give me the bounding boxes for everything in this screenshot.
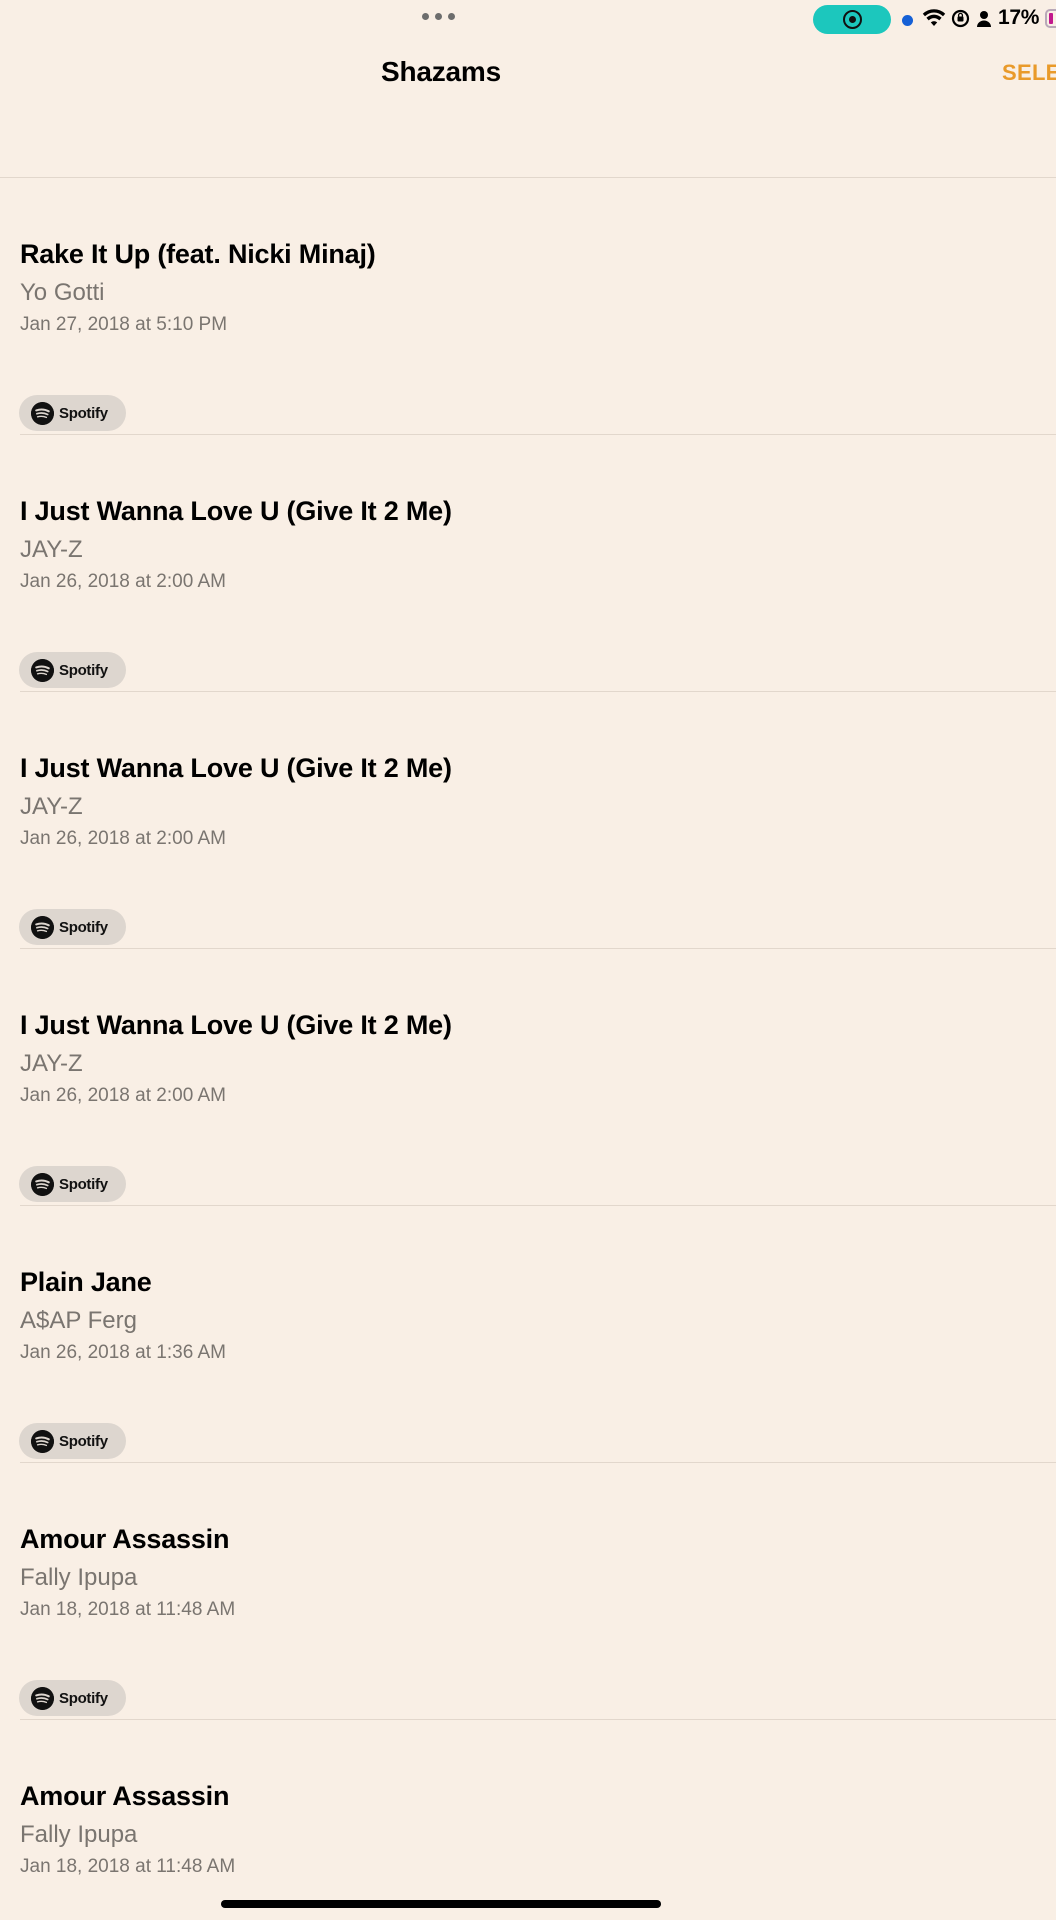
spotify-button[interactable]: Spotify (19, 909, 126, 945)
track-title: Amour Assassin (20, 1524, 230, 1554)
person-icon (977, 11, 991, 27)
battery-percentage: 17% (998, 6, 1040, 29)
spotify-label: Spotify (59, 404, 108, 422)
shazam-library-screen: 17% Shazams SELE Rake It Up (feat. Nicki… (0, 0, 1056, 1920)
track-artist: JAY-Z (20, 793, 83, 820)
select-button[interactable]: SELE (1002, 60, 1056, 86)
spotify-icon (31, 915, 54, 939)
screen-recording-indicator[interactable] (813, 5, 891, 34)
track-title: I Just Wanna Love U (Give It 2 Me) (20, 1010, 452, 1040)
shazam-timestamp: Jan 18, 2018 at 11:48 AM (20, 1856, 236, 1877)
list-item[interactable]: I Just Wanna Love U (Give It 2 Me) JAY-Z… (0, 949, 1056, 1206)
battery-icon (1045, 9, 1056, 28)
spotify-label: Spotify (59, 661, 108, 679)
spotify-icon (31, 1429, 54, 1453)
spotify-button[interactable]: Spotify (19, 1423, 126, 1459)
rotation-lock-icon (951, 9, 970, 28)
track-artist: JAY-Z (20, 536, 83, 563)
shazam-timestamp: Jan 26, 2018 at 2:00 AM (20, 1085, 226, 1106)
spotify-button[interactable]: Spotify (19, 1680, 126, 1716)
spotify-button[interactable]: Spotify (19, 1166, 126, 1202)
status-bar: 17% (0, 0, 1056, 40)
list-item[interactable]: Amour Assassin Fally Ipupa Jan 18, 2018 … (0, 1720, 1056, 1920)
shazam-timestamp: Jan 18, 2018 at 11:48 AM (20, 1599, 236, 1620)
spotify-label: Spotify (59, 1175, 108, 1193)
home-indicator[interactable] (221, 1900, 661, 1908)
list-item[interactable]: Amour Assassin Fally Ipupa Jan 18, 2018 … (0, 1463, 1056, 1720)
track-title: Rake It Up (feat. Nicki Minaj) (20, 239, 376, 269)
track-title: Plain Jane (20, 1267, 152, 1297)
spotify-button[interactable]: Spotify (19, 395, 126, 431)
shazam-list: Rake It Up (feat. Nicki Minaj) Yo Gotti … (0, 178, 1056, 1920)
track-artist: JAY-Z (20, 1050, 83, 1077)
spotify-label: Spotify (59, 1689, 108, 1707)
multitasking-dots-icon[interactable] (422, 13, 455, 20)
track-artist: A$AP Ferg (20, 1307, 137, 1334)
spotify-icon (31, 658, 54, 682)
location-indicator-icon (902, 15, 913, 26)
track-artist: Fally Ipupa (20, 1564, 138, 1591)
shazam-timestamp: Jan 26, 2018 at 2:00 AM (20, 828, 226, 849)
list-item[interactable]: I Just Wanna Love U (Give It 2 Me) JAY-Z… (0, 435, 1056, 692)
record-icon (843, 10, 862, 29)
shazam-timestamp: Jan 26, 2018 at 2:00 AM (20, 571, 226, 592)
track-title: Amour Assassin (20, 1781, 230, 1811)
shazam-timestamp: Jan 26, 2018 at 1:36 AM (20, 1342, 226, 1363)
list-item[interactable]: Rake It Up (feat. Nicki Minaj) Yo Gotti … (0, 178, 1056, 435)
spotify-icon (31, 401, 54, 425)
wifi-icon (922, 9, 946, 26)
track-artist: Fally Ipupa (20, 1821, 138, 1848)
spotify-icon (31, 1686, 54, 1710)
list-item[interactable]: I Just Wanna Love U (Give It 2 Me) JAY-Z… (0, 692, 1056, 949)
track-artist: Yo Gotti (20, 279, 105, 306)
track-title: I Just Wanna Love U (Give It 2 Me) (20, 753, 452, 783)
spotify-label: Spotify (59, 918, 108, 936)
spotify-icon (31, 1172, 54, 1196)
page-title: Shazams (381, 56, 501, 87)
list-item[interactable]: Plain Jane A$AP Ferg Jan 26, 2018 at 1:3… (0, 1206, 1056, 1463)
track-title: I Just Wanna Love U (Give It 2 Me) (20, 496, 452, 526)
shazam-timestamp: Jan 27, 2018 at 5:10 PM (20, 314, 228, 335)
spotify-label: Spotify (59, 1432, 108, 1450)
spotify-button[interactable]: Spotify (19, 652, 126, 688)
